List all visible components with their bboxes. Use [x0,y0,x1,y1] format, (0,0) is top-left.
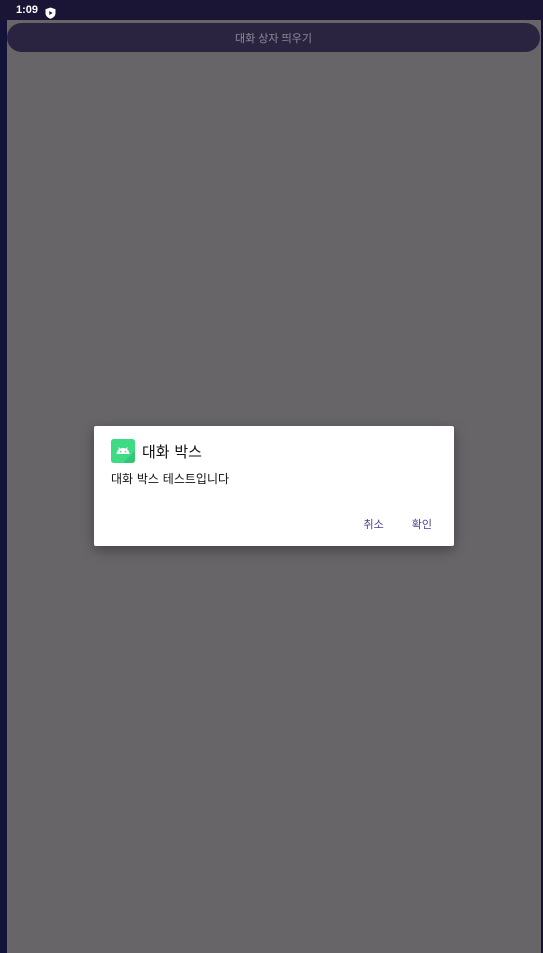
show-dialog-button-label: 대화 상자 띄우기 [235,32,312,45]
confirm-button[interactable]: 확인 [412,516,432,532]
android-icon [111,439,135,463]
alert-dialog: 대화 박스 대화 박스 테스트입니다 취소 확인 [94,426,454,546]
shield-play-icon [45,4,56,19]
left-edge [0,0,7,953]
dialog-actions: 취소 확인 [364,516,433,532]
status-bar: 1:09 [0,0,543,20]
show-dialog-button[interactable]: 대화 상자 띄우기 [7,23,540,52]
app-screen: 1:09 대화 상자 띄우기 대화 박스 대화 박스 테스트입니다 취소 확인 [0,0,543,953]
dialog-header: 대화 박스 [111,439,202,463]
status-time: 1:09 [16,4,39,16]
dialog-message: 대화 박스 테스트입니다 [111,472,230,486]
cancel-button[interactable]: 취소 [364,516,384,532]
dialog-title: 대화 박스 [142,442,202,461]
